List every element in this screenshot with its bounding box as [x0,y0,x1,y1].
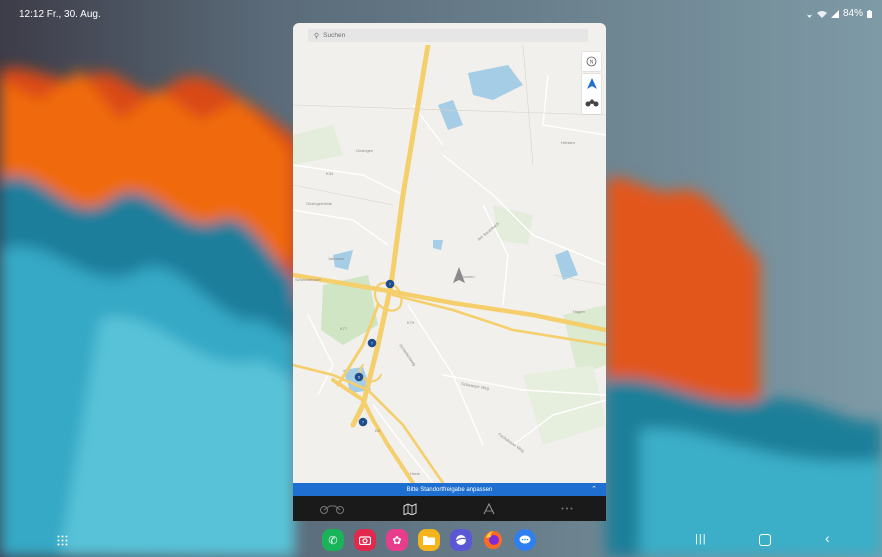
battery-icon [867,9,872,18]
taskbar: ✆ ✿ ||| ‹ [0,526,882,557]
camera-app-icon[interactable] [354,529,376,551]
tab-motorcycle[interactable] [312,499,352,519]
more-icon [561,507,573,510]
chat-bubble-icon [519,535,531,544]
compass-icon: N [586,56,597,67]
place-label: Gözingen [356,148,373,153]
motorway-number: 7 [371,341,373,345]
files-app-icon[interactable] [418,529,440,551]
motorway-number: 5 [358,375,360,379]
location-icon [806,9,813,18]
navigation-button[interactable] [582,74,601,93]
dock-apps: ✆ ✿ [322,529,536,551]
tab-map[interactable] [390,499,430,519]
place-label: Horst [410,471,420,476]
search-input[interactable]: Suchen [323,32,345,39]
tab-route[interactable] [469,499,509,519]
grid-icon [57,535,68,546]
place-label: Schweiderdorf [295,277,321,282]
back-button[interactable]: ‹ [825,530,830,546]
route-tab-icon [483,502,495,514]
road-label: K79 [407,320,415,325]
motorway-number: 7 [389,282,391,286]
compass-button[interactable]: N [582,52,601,71]
location-permission-banner[interactable]: Bitte Standortfreigabe anpassen ⌃ [293,483,606,496]
navigation-arrow-icon [586,78,597,89]
bottom-tab-bar [293,496,606,521]
chevron-up-icon[interactable]: ⌃ [591,485,597,493]
road-label: K8 [375,428,381,433]
status-icons: 84% [806,8,872,19]
search-icon: ⚲ [314,32,320,40]
map-tab-icon [403,502,417,515]
signal-icon [830,9,839,18]
motorcycle-button[interactable] [582,93,601,112]
folder-icon [423,536,435,545]
place-label: Hagen [573,309,585,314]
phone-app-icon[interactable]: ✆ [322,529,344,551]
place-label: Gözingerheide [306,201,333,206]
place-label: Jahnsten [328,256,344,261]
road-label: K77 [340,326,348,331]
tab-more[interactable] [547,499,587,519]
search-bar[interactable]: ⚲ Suchen [308,29,588,42]
banner-text: Bitte Standortfreigabe anpassen [406,486,493,493]
app-window[interactable]: ⚲ Suchen 7 7 5 7 Gözingen Gözingerheide … [293,23,606,521]
svg-text:N: N [590,59,594,65]
motorcycle-icon [585,99,598,107]
wifi-icon [816,10,827,18]
road-label: K34 [326,171,334,176]
motorcycle-tab-icon [320,505,345,514]
status-time-date: 12:12 Fr., 30. Aug. [19,9,101,20]
map-mode-controls[interactable] [582,74,601,114]
map[interactable]: 7 7 5 7 Gözingen Gözingerheide Jahnsten … [293,45,606,483]
app-drawer-button[interactable] [57,533,68,551]
bixby-flower-app-icon[interactable]: ✿ [386,529,408,551]
messages-app-icon[interactable] [514,529,536,551]
home-button[interactable] [759,534,771,546]
place-label: Hörsten [561,140,575,145]
recents-button[interactable]: ||| [695,533,707,545]
globe-icon [455,535,467,545]
battery-text: 84% [842,8,863,19]
internet-app-icon[interactable] [450,529,472,551]
firefox-app-icon[interactable] [482,529,504,551]
camera-icon [359,536,371,545]
motorway-number: 7 [362,420,364,424]
firefox-icon [484,531,502,549]
